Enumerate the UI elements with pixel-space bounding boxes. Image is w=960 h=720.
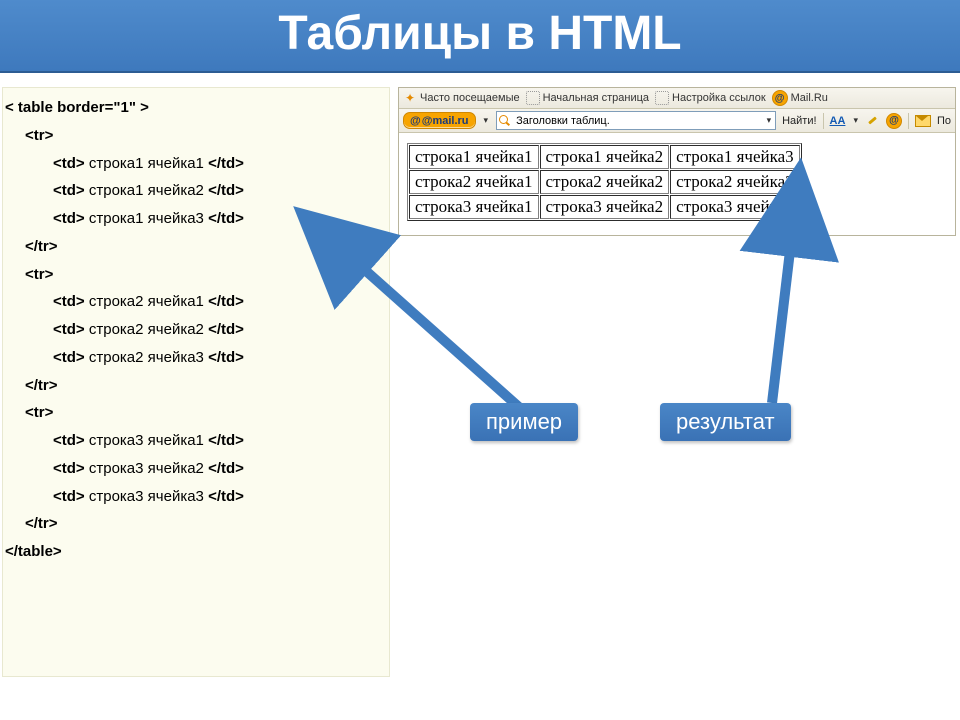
code-cell-text: строка3 ячейка3 (89, 488, 204, 505)
bookmark-start-page[interactable]: Начальная страница (526, 91, 649, 105)
search-field-wrap: ▾ (496, 111, 776, 130)
dropdown-arrow-icon[interactable]: ▾ (482, 115, 491, 126)
code-tag-td-open: <td> (53, 210, 85, 227)
mail-label: По (937, 115, 951, 127)
browser-window: ✦ Часто посещаемые Начальная страница На… (398, 87, 956, 236)
code-tag-tr-close: </tr> (25, 238, 58, 255)
code-tag-tr-open: <tr> (25, 127, 53, 144)
code-cell-text: строка1 ячейка3 (89, 210, 204, 227)
text-size-button[interactable]: AA (830, 115, 846, 127)
slide-body: < table border="1" > <tr> <td> строка1 я… (0, 73, 960, 713)
callout-result: результат (660, 403, 791, 441)
page-icon (655, 91, 669, 105)
code-tag-table-open: < table border="1" > (5, 99, 149, 116)
code-tag-td-close: </td> (208, 155, 244, 172)
page-icon (526, 91, 540, 105)
bookmark-label: Часто посещаемые (420, 92, 520, 104)
browser-bookmarks-bar: ✦ Часто посещаемые Начальная страница На… (399, 88, 955, 109)
bookmark-mailru[interactable]: @ Mail.Ru (772, 90, 828, 106)
code-tag-table-close: </table> (5, 543, 62, 560)
mailru-logo-text: @mail.ru (422, 115, 469, 127)
code-tag-td-open: <td> (53, 155, 85, 172)
code-tag-td-open: <td> (53, 293, 85, 310)
browser-search-toolbar: @@mail.ru ▾ ▾ Найти! AA ▾ @ По (399, 109, 955, 133)
search-input[interactable] (514, 112, 762, 129)
table-cell: строка3 ячейка1 (409, 195, 539, 219)
code-tag-td-close: </td> (208, 321, 244, 338)
code-tag-tr-close: </tr> (25, 377, 58, 394)
code-tag-td-open: <td> (53, 182, 85, 199)
table-row: строка1 ячейка1 строка1 ячейка2 строка1 … (409, 145, 800, 169)
table-cell: строка2 ячейка3 (670, 170, 800, 194)
bookmark-label: Mail.Ru (791, 92, 828, 104)
table-cell: строка2 ячейка2 (540, 170, 670, 194)
bookmark-label: Настройка ссылок (672, 92, 766, 104)
code-tag-td-open: <td> (53, 488, 85, 505)
code-cell-text: строка2 ячейка1 (89, 293, 204, 310)
bookmark-icon: ✦ (403, 91, 417, 105)
code-tag-td-open: <td> (53, 321, 85, 338)
mail-icon[interactable] (915, 115, 931, 127)
code-tag-td-close: </td> (208, 460, 244, 477)
slide-title: Таблицы в HTML (0, 0, 960, 73)
rendered-output: строка1 ячейка1 строка1 ячейка2 строка1 … (399, 133, 955, 235)
result-table: строка1 ячейка1 строка1 ячейка2 строка1 … (407, 143, 802, 221)
code-tag-td-close: </td> (208, 182, 244, 199)
callout-example: пример (470, 403, 578, 441)
table-cell: строка2 ячейка1 (409, 170, 539, 194)
code-cell-text: строка1 ячейка1 (89, 155, 204, 172)
dropdown-arrow-icon[interactable]: ▾ (765, 115, 774, 126)
code-tag-tr-open: <tr> (25, 404, 53, 421)
code-tag-td-close: </td> (208, 293, 244, 310)
code-cell-text: строка2 ячейка2 (89, 321, 204, 338)
find-button[interactable]: Найти! (782, 115, 816, 127)
code-cell-text: строка1 ячейка2 (89, 182, 204, 199)
code-cell-text: строка3 ячейка2 (89, 460, 204, 477)
bookmark-link-settings[interactable]: Настройка ссылок (655, 91, 766, 105)
code-tag-tr-open: <tr> (25, 266, 53, 283)
code-tag-tr-close: </tr> (25, 515, 58, 532)
table-cell: строка1 ячейка2 (540, 145, 670, 169)
code-tag-td-close: </td> (208, 210, 244, 227)
mailru-icon[interactable]: @ (886, 113, 902, 129)
table-cell: строка3 ячейка2 (540, 195, 670, 219)
toolbar-separator (823, 113, 824, 129)
dropdown-arrow-icon[interactable]: ▾ (851, 115, 860, 126)
code-tag-td-close: </td> (208, 488, 244, 505)
table-cell: строка1 ячейка1 (409, 145, 539, 169)
arrow-to-result (752, 203, 832, 413)
search-icon (499, 115, 511, 127)
code-cell-text: строка3 ячейка1 (89, 432, 204, 449)
code-cell-text: строка2 ячейка3 (89, 349, 204, 366)
code-tag-td-open: <td> (53, 349, 85, 366)
table-row: строка2 ячейка1 строка2 ячейка2 строка2 … (409, 170, 800, 194)
code-tag-td-open: <td> (53, 432, 85, 449)
mailru-icon: @ (772, 90, 788, 106)
table-row: строка3 ячейка1 строка3 ячейка2 строка3 … (409, 195, 800, 219)
bookmark-label: Начальная страница (543, 92, 649, 104)
code-tag-td-close: </td> (208, 349, 244, 366)
bookmark-frequent[interactable]: ✦ Часто посещаемые (403, 91, 520, 105)
mailru-logo[interactable]: @@mail.ru (403, 112, 476, 129)
code-tag-td-open: <td> (53, 460, 85, 477)
table-cell: строка1 ячейка3 (670, 145, 800, 169)
code-tag-td-close: </td> (208, 432, 244, 449)
pencil-icon[interactable] (866, 114, 880, 128)
arrow-to-code (320, 228, 540, 428)
toolbar-separator (908, 113, 909, 129)
